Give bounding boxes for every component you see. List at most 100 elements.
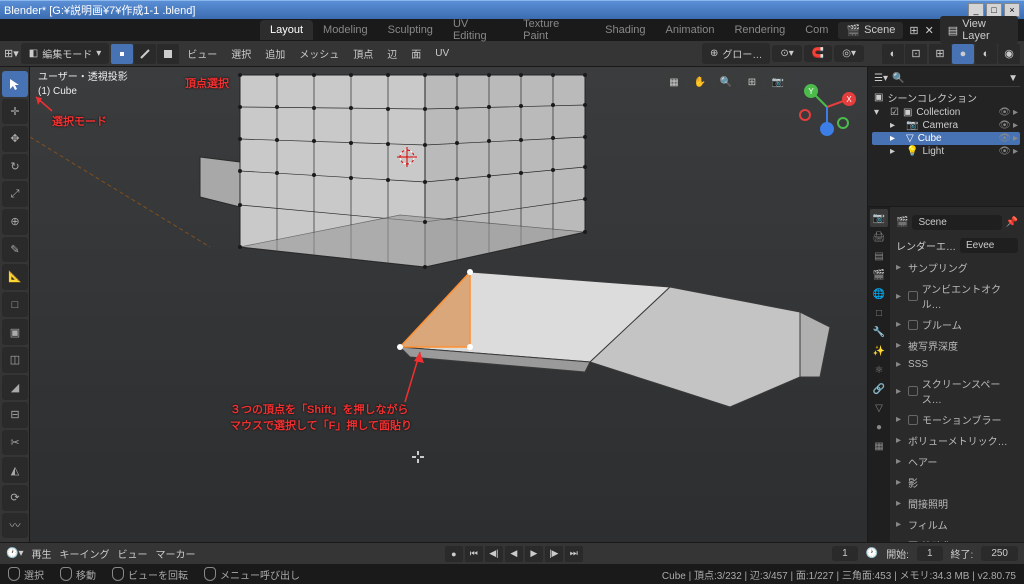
menu-render[interactable]: レンダー <box>134 19 194 41</box>
autokey-toggle[interactable]: ● <box>445 546 463 562</box>
render-icon[interactable]: ▸ <box>1013 146 1018 157</box>
start-frame[interactable]: 1 <box>917 546 943 561</box>
tool-cursor[interactable]: ✛ <box>2 99 28 125</box>
clock-icon[interactable]: 🕐 <box>866 548 878 559</box>
xray-toggle[interactable]: ⊡ <box>905 44 927 64</box>
prop-tab-render[interactable]: 📷 <box>870 209 888 227</box>
menu-edit[interactable]: 編集 <box>92 19 130 41</box>
header-face[interactable]: 面 <box>405 43 427 64</box>
panel-volumetric[interactable]: ▸ボリューメトリック… <box>894 430 1020 451</box>
menu-file[interactable]: ファイル <box>28 19 88 41</box>
tool-knife[interactable]: ✂ <box>2 430 28 456</box>
tool-rotate[interactable]: ↻ <box>2 154 28 180</box>
panel-dof[interactable]: ▸被写界深度 <box>894 335 1020 356</box>
panel-shadow[interactable]: ▸影 <box>894 472 1020 493</box>
render-engine-dropdown[interactable]: Eevee <box>960 238 1018 253</box>
view-persp-icon[interactable]: ⊞ <box>741 71 763 93</box>
panel-bloom[interactable]: ▸ブルーム <box>894 314 1020 335</box>
tab-shading[interactable]: Shading <box>595 20 655 40</box>
face-select-button[interactable] <box>157 44 179 64</box>
render-icon[interactable]: ▸ <box>1013 133 1018 144</box>
prop-tab-physics[interactable]: ⚛ <box>870 361 888 379</box>
viewlayer-selector[interactable]: ▤View Layer <box>940 16 1018 44</box>
tool-loopcut[interactable]: ⊟ <box>2 402 28 428</box>
eye-icon[interactable]: 👁 <box>998 107 1011 118</box>
checkbox[interactable] <box>908 415 918 425</box>
outliner-search-icon[interactable]: 🔍 <box>892 73 904 84</box>
panel-ao[interactable]: ▸アンビエントオクル… <box>894 278 1020 314</box>
shading-lookdev[interactable]: ◐ <box>975 44 997 64</box>
play[interactable]: ▶ <box>525 546 543 562</box>
play-reverse[interactable]: ◀ <box>505 546 523 562</box>
timeline-view[interactable]: ビュー <box>117 546 147 561</box>
proportional-toggle[interactable]: ◎▾ <box>834 45 864 62</box>
tool-polybuild[interactable]: ◭ <box>2 457 28 483</box>
maximize-button[interactable]: □ <box>986 3 1002 17</box>
header-mesh[interactable]: メッシュ <box>293 43 345 64</box>
outliner-camera[interactable]: ▸📷Camera👁▸ <box>872 119 1020 132</box>
edge-select-button[interactable] <box>134 44 156 64</box>
scene-new-icon[interactable]: ⊞ <box>909 24 918 37</box>
mode-selector[interactable]: ◧編集モード▾ <box>21 43 109 64</box>
prop-tab-mesh[interactable]: ▽ <box>870 399 888 417</box>
view-camera2-icon[interactable]: 📷 <box>767 71 789 93</box>
render-icon[interactable]: ▸ <box>1013 120 1018 131</box>
eye-icon[interactable]: 👁 <box>998 146 1011 157</box>
tool-move[interactable]: ✥ <box>2 126 28 152</box>
checkbox[interactable] <box>908 541 918 543</box>
current-frame[interactable]: 1 <box>832 546 858 561</box>
header-uv[interactable]: UV <box>429 45 455 62</box>
outliner-collection[interactable]: ▾☑▣Collection👁▸ <box>872 106 1020 119</box>
prop-tab-object[interactable]: □ <box>870 304 888 322</box>
pivot-dropdown[interactable]: ⊙▾ <box>772 45 801 62</box>
close-button[interactable]: × <box>1004 3 1020 17</box>
outliner-cube[interactable]: ▸▽Cube👁▸ <box>872 132 1020 145</box>
header-add[interactable]: 追加 <box>259 43 291 64</box>
view-pan-icon[interactable]: ✋ <box>689 71 711 93</box>
tab-sculpting[interactable]: Sculpting <box>378 20 443 40</box>
jump-start[interactable]: ⏮ <box>465 546 483 562</box>
prop-tab-constraint[interactable]: 🔗 <box>870 380 888 398</box>
tool-inset[interactable]: ◫ <box>2 347 28 373</box>
panel-simplify[interactable]: ▸簡略化 <box>894 535 1020 542</box>
blender-logo-icon[interactable] <box>6 21 24 39</box>
orientation-dropdown[interactable]: ⊕グロー… <box>702 43 770 64</box>
tool-measure[interactable]: 📐 <box>2 264 28 290</box>
header-select[interactable]: 選択 <box>225 43 257 64</box>
timeline-marker[interactable]: マーカー <box>155 546 195 561</box>
prop-tab-material[interactable]: ● <box>870 418 888 436</box>
viewport-3d[interactable]: ユーザー・透視投影 (1) Cube 頂点選択 選択モード ３つの頂点を「Shi… <box>30 67 867 542</box>
tool-spin[interactable]: ⟳ <box>2 485 28 511</box>
panel-ssr[interactable]: ▸スクリーンスペース… <box>894 373 1020 409</box>
tool-annotate[interactable]: ✎ <box>2 237 28 263</box>
tool-smooth[interactable]: 〰 <box>2 513 28 539</box>
vertex-select-button[interactable] <box>111 44 133 64</box>
view-camera-icon[interactable]: ▦ <box>663 71 685 93</box>
shading-solid[interactable]: ● <box>952 44 974 64</box>
outliner-filter-icon[interactable]: ▼ <box>1008 73 1018 84</box>
prop-tab-world[interactable]: 🌐 <box>870 285 888 303</box>
panel-hair[interactable]: ▸ヘアー <box>894 451 1020 472</box>
tool-select[interactable] <box>2 71 28 97</box>
header-view[interactable]: ビュー <box>181 43 223 64</box>
checkbox[interactable] <box>908 320 918 330</box>
outliner-light[interactable]: ▸💡Light👁▸ <box>872 145 1020 158</box>
tab-texture[interactable]: Texture Paint <box>513 14 595 46</box>
timeline-editor-icon[interactable]: 🕐▾ <box>6 548 23 559</box>
header-edge[interactable]: 辺 <box>381 43 403 64</box>
minimize-button[interactable]: _ <box>968 3 984 17</box>
end-frame[interactable]: 250 <box>981 546 1018 561</box>
scene-selector[interactable]: 🎬Scene <box>838 22 903 39</box>
menu-window[interactable]: ウィンドウ <box>198 19 269 41</box>
shading-wire[interactable]: ⊞ <box>929 44 951 64</box>
checkbox-icon[interactable]: ☑ <box>890 107 899 118</box>
checkbox[interactable] <box>908 291 918 301</box>
tool-transform[interactable]: ⊕ <box>2 209 28 235</box>
tab-layout[interactable]: Layout <box>260 20 313 40</box>
editor-type-icon[interactable]: ⊞▾ <box>4 47 19 60</box>
outliner-scene-collection[interactable]: ▣シーンコレクション <box>872 89 1020 106</box>
tab-animation[interactable]: Animation <box>656 20 725 40</box>
keyframe-next[interactable]: |▶ <box>545 546 563 562</box>
tool-bevel[interactable]: ◢ <box>2 375 28 401</box>
outliner-type-icon[interactable]: ☰▾ <box>874 73 888 84</box>
